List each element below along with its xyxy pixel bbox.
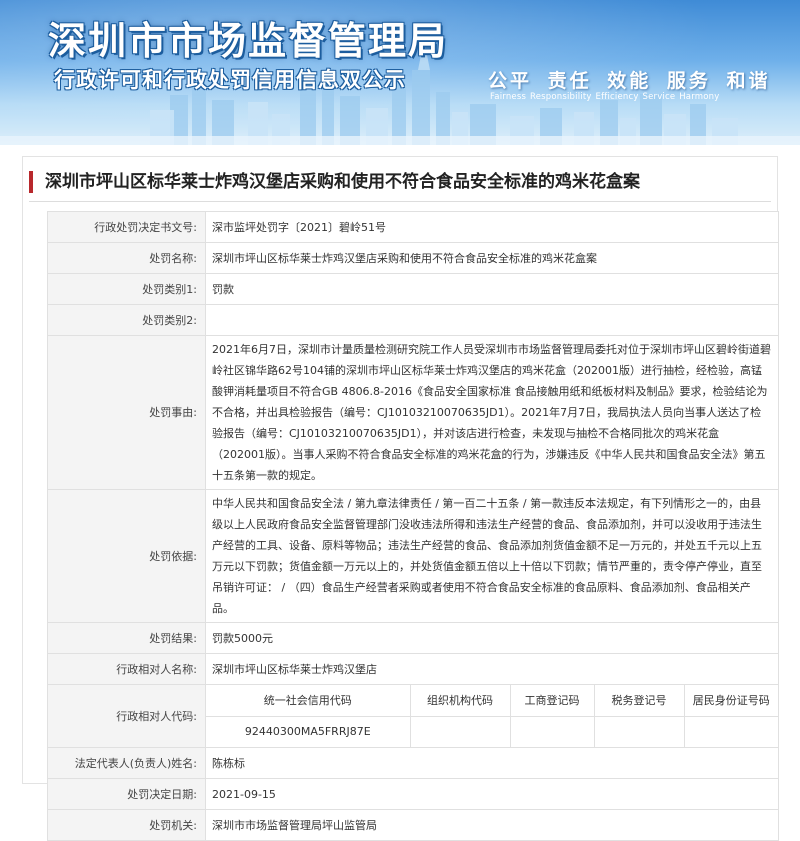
result-label: 处罚结果: — [47, 622, 206, 654]
table-row: 处罚依据: 中华人民共和国食品安全法 / 第九章法律责任 / 第一百二十五条 /… — [47, 489, 779, 623]
reason-label: 处罚事由: — [47, 335, 206, 490]
case-name-label: 处罚名称: — [47, 242, 206, 274]
counterpart-name-value: 深圳市坪山区标华莱士炸鸡汉堡店 — [205, 653, 779, 685]
table-row: 处罚类别2: — [47, 304, 779, 336]
case-title: 深圳市坪山区标华莱士炸鸡汉堡店采购和使用不符合食品安全标准的鸡米花盒案 — [29, 171, 640, 193]
category1-label: 处罚类别1: — [47, 273, 206, 305]
table-row: 处罚类别1: 罚款 — [47, 273, 779, 305]
case-detail-card: 深圳市坪山区标华莱士炸鸡汉堡店采购和使用不符合食品安全标准的鸡米花盒案 行政处罚… — [22, 156, 779, 841]
authority-value: 深圳市市场监督管理局坪山监管局 — [205, 809, 779, 841]
case-info-table: 行政处罚决定书文号: 深市监坪处罚字〔2021〕碧岭51号 处罚名称: 深圳市坪… — [47, 211, 779, 841]
table-row: 处罚机关: 深圳市市场监督管理局坪山监管局 — [47, 809, 779, 841]
result-value: 罚款5000元 — [205, 622, 779, 654]
table-row: 处罚决定日期: 2021-09-15 — [47, 778, 779, 810]
table-row: 处罚事由: 2021年6月7日，深圳市计量质量检测研究院工作人员受深圳市市场监督… — [47, 335, 779, 490]
case-name-value: 深圳市坪山区标华莱士炸鸡汉堡店采购和使用不符合食品安全标准的鸡米花盒案 — [205, 242, 779, 274]
legal-rep-label: 法定代表人(负责人)姓名: — [47, 747, 206, 779]
legal-rep-value: 陈栋标 — [205, 747, 779, 779]
code-header: 统一社会信用代码 — [206, 685, 410, 717]
code-header: 组织机构代码 — [409, 685, 510, 717]
site-banner: 深圳市市场监督管理局 行政许可和行政处罚信用信息双公示 公平 责任 效能 服务 … — [0, 0, 800, 145]
org-code-value — [409, 716, 510, 747]
reason-value: 2021年6月7日，深圳市计量质量检测研究院工作人员受深圳市市场监督管理局委托对… — [205, 335, 779, 490]
counterpart-code-label: 行政相对人代码: — [47, 684, 206, 748]
banner-title: 深圳市市场监督管理局 — [48, 19, 449, 63]
code-header-row: 统一社会信用代码 组织机构代码 工商登记码 税务登记号 居民身份证号码 — [206, 685, 778, 717]
decision-no-label: 行政处罚决定书文号: — [47, 211, 206, 243]
code-header: 居民身份证号码 — [683, 685, 778, 717]
decision-date-label: 处罚决定日期: — [47, 778, 206, 810]
counterpart-name-label: 行政相对人名称: — [47, 653, 206, 685]
banner-slogan-english: Fairness Responsibility Efficiency Servi… — [490, 92, 720, 102]
id-card-value — [683, 716, 778, 747]
table-row: 处罚结果: 罚款5000元 — [47, 622, 779, 654]
banner-slogan: 公平 责任 效能 服务 和谐 — [488, 70, 771, 92]
business-reg-value — [509, 716, 594, 747]
category1-value: 罚款 — [205, 273, 779, 305]
tax-reg-value — [593, 716, 684, 747]
title-divider — [29, 201, 771, 202]
authority-label: 处罚机关: — [47, 809, 206, 841]
table-row: 行政相对人名称: 深圳市坪山区标华莱士炸鸡汉堡店 — [47, 653, 779, 685]
code-header: 工商登记码 — [509, 685, 594, 717]
table-row: 行政相对人代码: 统一社会信用代码 组织机构代码 工商登记码 税务登记号 居民身… — [47, 684, 779, 748]
table-row: 行政处罚决定书文号: 深市监坪处罚字〔2021〕碧岭51号 — [47, 211, 779, 243]
category2-value — [205, 304, 779, 336]
basis-label: 处罚依据: — [47, 489, 206, 623]
banner-subtitle: 行政许可和行政处罚信用信息双公示 — [54, 68, 406, 92]
code-value-row: 92440300MA5FRRJ87E — [206, 716, 778, 747]
table-row: 处罚名称: 深圳市坪山区标华莱士炸鸡汉堡店采购和使用不符合食品安全标准的鸡米花盒… — [47, 242, 779, 274]
counterpart-code-cell: 统一社会信用代码 组织机构代码 工商登记码 税务登记号 居民身份证号码 9244… — [205, 684, 779, 748]
table-row: 法定代表人(负责人)姓名: 陈栋标 — [47, 747, 779, 779]
basis-value: 中华人民共和国食品安全法 / 第九章法律责任 / 第一百二十五条 / 第一款违反… — [205, 489, 779, 623]
category2-label: 处罚类别2: — [47, 304, 206, 336]
code-header: 税务登记号 — [593, 685, 684, 717]
credit-code-value: 92440300MA5FRRJ87E — [244, 725, 371, 739]
decision-no-value: 深市监坪处罚字〔2021〕碧岭51号 — [205, 211, 779, 243]
decision-date-value: 2021-09-15 — [205, 778, 779, 810]
code-subtable: 统一社会信用代码 组织机构代码 工商登记码 税务登记号 居民身份证号码 9244… — [206, 685, 778, 747]
